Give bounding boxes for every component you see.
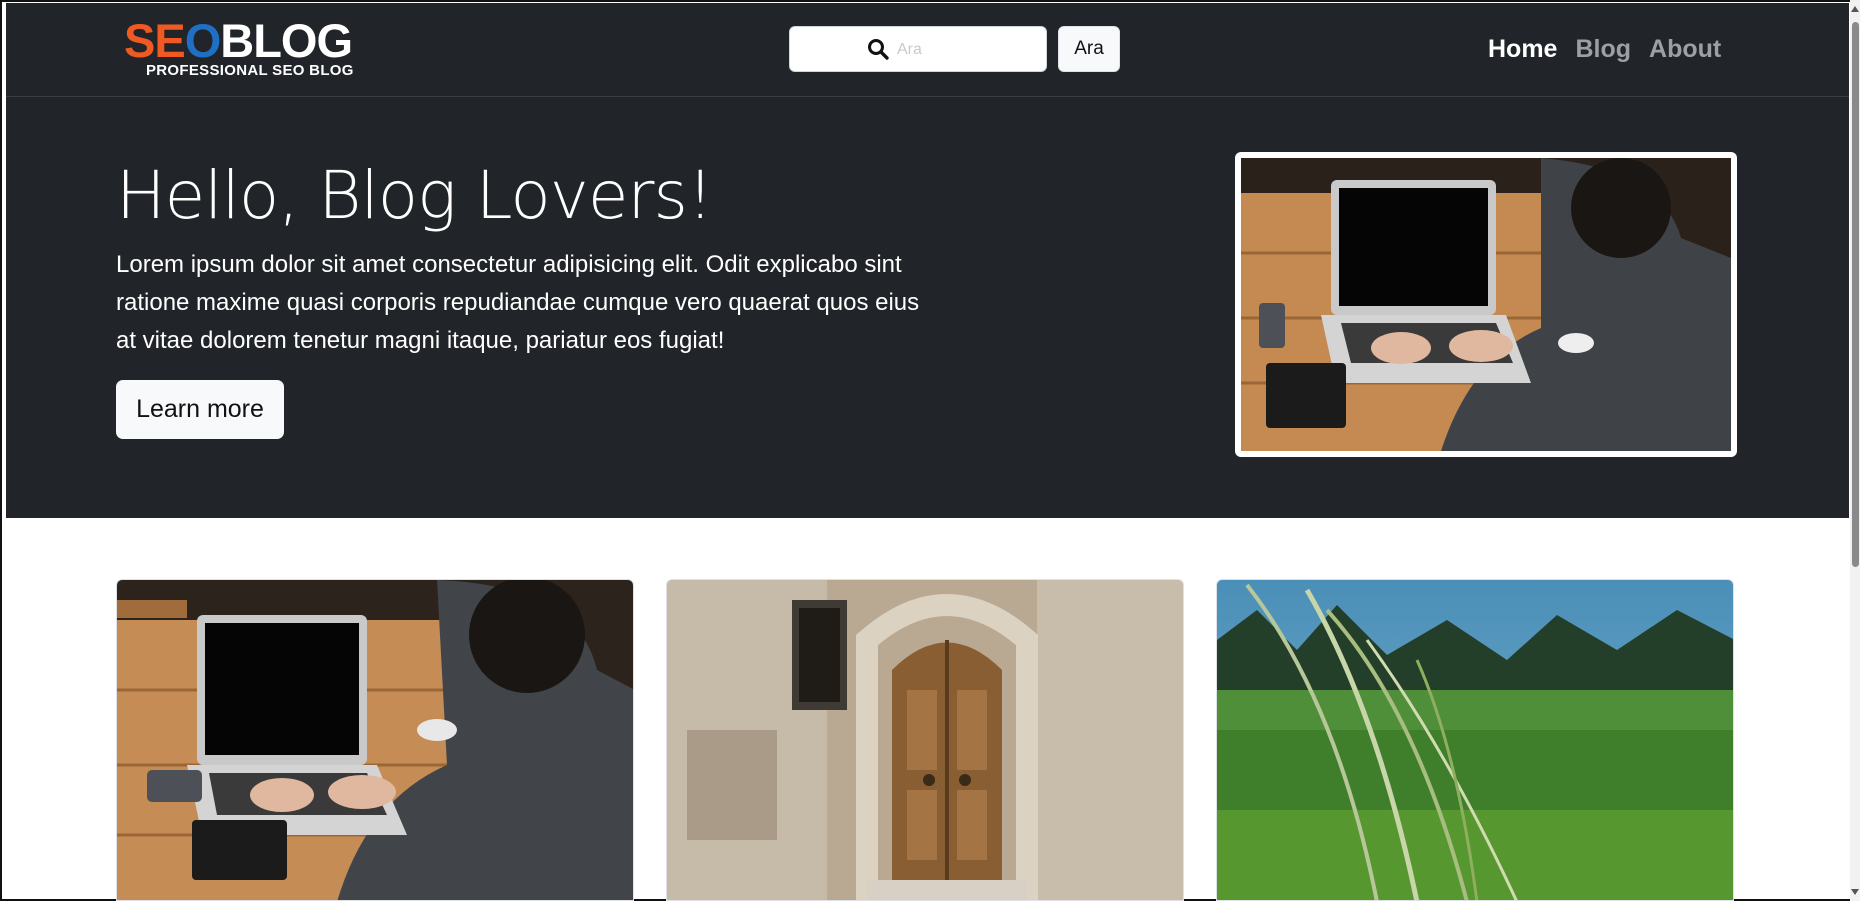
- logo-blog-text: BLOG: [220, 14, 353, 67]
- blog-card-3[interactable]: [1216, 579, 1734, 901]
- hero-title: Hello, Blog Lovers!: [116, 157, 713, 234]
- wooden-door-photo: [667, 580, 1183, 900]
- nav-link-home[interactable]: Home: [1488, 35, 1557, 64]
- laptop-desk-photo: [117, 580, 633, 900]
- learn-more-button[interactable]: Learn more: [116, 380, 284, 439]
- scroll-down-arrow-icon[interactable]: [1851, 889, 1859, 895]
- logo-letter-s: S: [124, 14, 155, 67]
- logo-wordmark: SEOBLOG: [124, 17, 354, 65]
- logo-letter-o-rocket: O: [184, 14, 222, 67]
- logo-tagline: PROFESSIONAL SEO BLOG: [146, 62, 354, 79]
- search-input[interactable]: [895, 35, 1039, 65]
- navbar: SEOBLOG PROFESSIONAL SEO BLOG Ara Home B…: [6, 3, 1849, 97]
- search-icon: [866, 37, 890, 65]
- main-nav: Home Blog About: [1488, 35, 1721, 64]
- nav-link-blog[interactable]: Blog: [1575, 35, 1631, 64]
- scroll-up-arrow-icon[interactable]: [1851, 6, 1859, 12]
- grass-field-photo: [1217, 580, 1733, 900]
- hero-image: [1235, 152, 1737, 457]
- scrollbar-thumb[interactable]: [1852, 22, 1859, 567]
- blog-card-2[interactable]: [666, 579, 1184, 901]
- logo-letter-e: E: [154, 14, 185, 67]
- hero-description: Lorem ipsum dolor sit amet consectetur a…: [116, 251, 920, 354]
- vertical-scrollbar[interactable]: [1850, 0, 1860, 901]
- nav-link-about[interactable]: About: [1649, 35, 1721, 64]
- search-button[interactable]: Ara: [1058, 26, 1120, 72]
- blog-card-1[interactable]: [116, 579, 634, 901]
- hero-section: Hello, Blog Lovers! Lorem ipsum dolor si…: [6, 97, 1849, 518]
- search-box: [789, 26, 1047, 72]
- laptop-desk-photo: [1241, 158, 1731, 451]
- site-logo[interactable]: SEOBLOG PROFESSIONAL SEO BLOG: [124, 17, 354, 80]
